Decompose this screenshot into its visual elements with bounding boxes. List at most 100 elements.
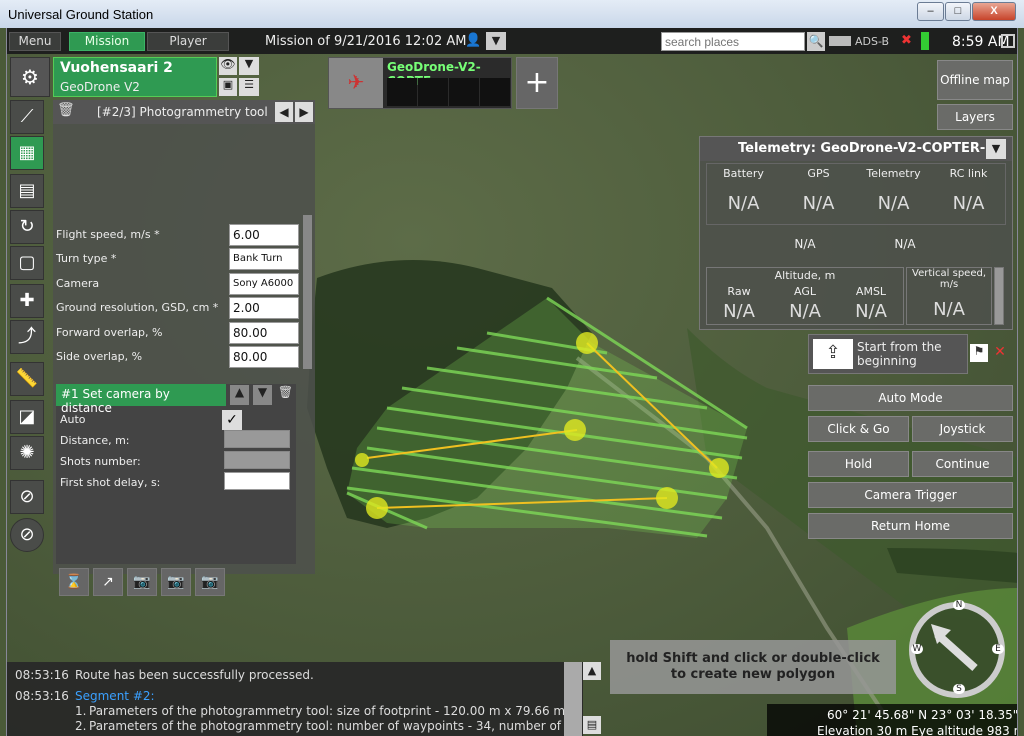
gsd-input[interactable]: 2.00 <box>229 297 299 319</box>
log-copy-icon[interactable]: ▤ <box>583 716 601 734</box>
turn-type-select[interactable]: Bank Turn <box>229 248 299 270</box>
auto-checkbox[interactable]: ✓ <box>222 410 242 430</box>
camera-timer-button[interactable]: 📷 <box>161 568 191 596</box>
event-log[interactable]: 08:53:16 Route has been successfully pro… <box>7 662 583 736</box>
keyboard-icon[interactable] <box>829 36 851 46</box>
camera-power-button[interactable]: 📷 <box>127 568 157 596</box>
camera-trigger-button[interactable]: Camera Trigger <box>808 482 1013 508</box>
minimize-button[interactable]: – <box>917 2 944 21</box>
gps-value: N/A <box>802 193 835 214</box>
route-tool-button[interactable]: ⟋ <box>10 100 44 134</box>
no-fly-tool-button[interactable]: ⊘ <box>10 480 44 514</box>
params-scrollbar[interactable] <box>303 215 312 369</box>
flag-icon[interactable]: ⚑ <box>970 344 988 362</box>
tool-panel: 🗑 [#2/3] Photogrammetry tool ◀ ▶ Flight … <box>53 100 315 596</box>
image-icon[interactable]: ▣ <box>219 78 237 96</box>
log-scrollbar[interactable] <box>564 662 582 736</box>
compass[interactable]: N S E W <box>909 600 1005 698</box>
launch-button[interactable]: ↗ <box>93 568 123 596</box>
star-tool-button[interactable]: ✺ <box>10 436 44 470</box>
vehicle-settings-button[interactable]: ⚙ <box>10 57 50 97</box>
add-vehicle-button[interactable]: + <box>516 57 558 109</box>
eye-icon[interactable]: 👁 <box>219 57 237 75</box>
layers-button[interactable]: Layers <box>937 104 1013 130</box>
alt-amsl-header: AMSL <box>855 285 887 298</box>
click-go-button[interactable]: Click & Go <box>808 416 909 442</box>
battery-header: Battery <box>723 167 764 180</box>
offline-map-button[interactable]: Offline map <box>937 60 1013 100</box>
area-tool-button[interactable]: ▦ <box>10 136 44 170</box>
delete-action-icon[interactable]: 🗑 <box>276 385 295 405</box>
gsd-label: Ground resolution, GSD, cm * <box>56 301 219 314</box>
log-collapse-icon[interactable]: ▲ <box>583 662 601 680</box>
clear-tool-button[interactable]: ⊘ <box>10 518 44 552</box>
vehicle-selector[interactable]: Vuohensaari 2 GeoDrone V2 <box>53 57 217 97</box>
shots-input[interactable] <box>224 451 290 469</box>
grid-tool-button[interactable]: ▤ <box>10 174 44 208</box>
alt-agl-value: N/A <box>789 301 821 322</box>
trash-icon[interactable]: 🗑 <box>57 102 77 122</box>
alt-agl-header: AGL <box>794 285 816 298</box>
hourglass-button[interactable]: ⌛ <box>59 568 89 596</box>
telemetry-scrollbar[interactable] <box>994 267 1004 325</box>
camera-distance-button[interactable]: 📷 <box>195 568 225 596</box>
compass-arrow-icon <box>931 624 978 671</box>
user-icon[interactable]: 👤 <box>465 33 481 49</box>
joystick-button[interactable]: Joystick <box>912 416 1013 442</box>
next-segment-button[interactable]: ▶ <box>295 102 313 122</box>
return-home-button[interactable]: Return Home <box>808 513 1013 539</box>
no-fly-icon: ⊘ <box>19 486 35 507</box>
move-up-button[interactable]: ▲ <box>230 385 249 405</box>
path-tool-button[interactable]: ⤴ <box>10 320 44 354</box>
polygon-tool-button[interactable]: ◪ <box>10 400 44 434</box>
alt-raw-value: N/A <box>723 301 755 322</box>
forward-overlap-input[interactable]: 80.00 <box>229 322 299 344</box>
close-button[interactable]: X <box>972 2 1016 21</box>
cancel-icon[interactable]: ✕ <box>991 344 1009 362</box>
flight-speed-input[interactable]: 6.00 <box>229 224 299 246</box>
hold-button[interactable]: Hold <box>808 451 909 477</box>
start-from-beginning-button[interactable]: ⇪ Start from the beginning <box>808 334 968 374</box>
search-input[interactable] <box>661 32 805 51</box>
path-icon: ⤴ <box>18 326 36 347</box>
distance-label: Distance, m: <box>60 434 130 447</box>
fullscreen-icon[interactable] <box>1001 34 1015 48</box>
drone-icon: ✈ <box>329 58 383 108</box>
side-overlap-label: Side overlap, % <box>56 350 143 363</box>
camera-action-section: #1 Set camera by distance ▲ ▼ 🗑 Auto ✓ D… <box>56 384 296 564</box>
mission-dropdown-icon[interactable]: ▼ <box>486 32 506 50</box>
distance-input[interactable] <box>224 430 290 448</box>
side-overlap-input[interactable]: 80.00 <box>229 346 299 368</box>
telemetry-dropdown-icon[interactable]: ▼ <box>986 139 1006 159</box>
search-icon[interactable]: 🔍 <box>807 32 825 51</box>
tab-player[interactable]: Player <box>147 32 229 51</box>
telemetry-header-label: Telemetry <box>866 167 921 180</box>
continue-button[interactable]: Continue <box>912 451 1013 477</box>
camera-select[interactable]: Sony A6000 <box>229 273 299 295</box>
vehicle-battery-icon <box>387 78 417 106</box>
polygon-icon: ◪ <box>18 406 36 427</box>
square-tool-button[interactable]: ▢ <box>10 246 44 280</box>
vehicle-dropdown-icon[interactable]: ▼ <box>239 57 259 75</box>
coordinates-box: 60° 21' 45.68" N 23° 03' 18.35" E Elevat… <box>767 704 1017 736</box>
circle-tool-button[interactable]: ↻ <box>10 210 44 244</box>
delay-input[interactable] <box>224 472 290 490</box>
route-icon: ⟋ <box>20 106 34 127</box>
waypoint-tool-button[interactable]: ✚ <box>10 284 44 318</box>
vehicle-tab[interactable]: ✈ GeoDrone-V2-COPTE... <box>328 57 512 109</box>
menu-button[interactable]: Menu <box>9 32 61 51</box>
auto-mode-button[interactable]: Auto Mode <box>808 385 1013 411</box>
maximize-button[interactable]: □ <box>945 2 971 21</box>
list-icon[interactable]: ☰ <box>239 78 259 96</box>
ruler-tool-button[interactable]: 📏 <box>10 362 44 396</box>
move-down-button[interactable]: ▼ <box>253 385 272 405</box>
polygon-hint: hold Shift and click or double-click to … <box>610 640 896 694</box>
log-item-text-2: Parameters of the photogrammetry tool: n… <box>89 719 562 733</box>
turn-type-label: Turn type * <box>56 252 117 265</box>
prev-segment-button[interactable]: ◀ <box>275 102 293 122</box>
telemetry-title: Telemetry: GeoDrone-V2-COPTER-3 <box>738 141 995 156</box>
tab-mission[interactable]: Mission <box>69 32 145 51</box>
upload-icon: ⇪ <box>813 339 853 369</box>
telemetry-value: N/A <box>877 193 910 214</box>
camera-action-title[interactable]: #1 Set camera by distance <box>56 384 226 415</box>
